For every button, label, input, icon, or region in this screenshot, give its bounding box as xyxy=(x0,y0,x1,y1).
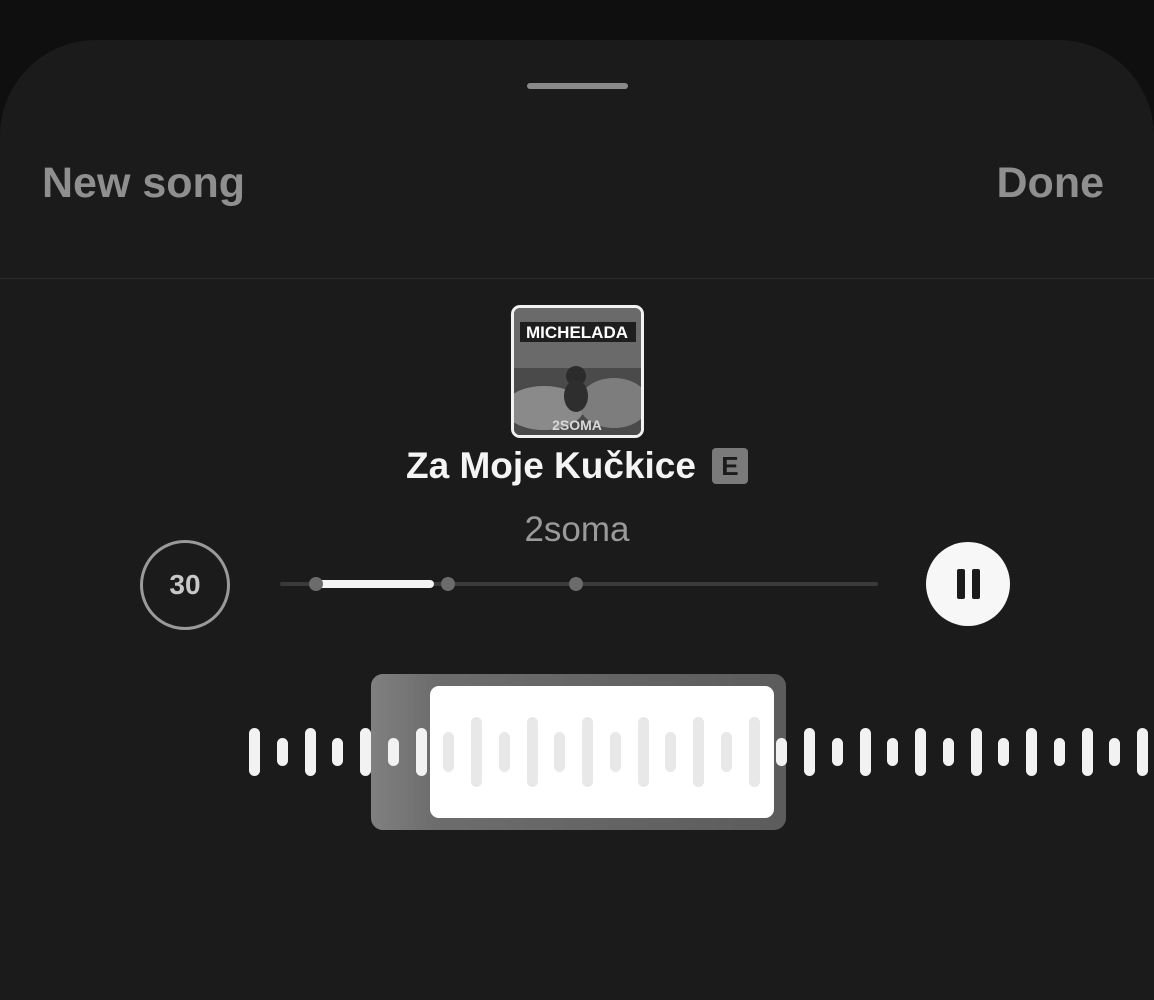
clip-duration-button[interactable]: 30 xyxy=(140,540,230,630)
waveform-bar xyxy=(499,732,510,772)
progress-marker-start xyxy=(309,577,323,591)
waveform-bar xyxy=(249,728,260,776)
waveform-bar xyxy=(693,717,704,787)
waveform-bar xyxy=(277,738,288,766)
waveform-bar xyxy=(1109,738,1120,766)
waveform-bar xyxy=(943,738,954,766)
waveform-bar xyxy=(1054,738,1065,766)
sheet-grabber[interactable] xyxy=(527,83,628,89)
waveform-bar xyxy=(610,732,621,772)
waveform-bar xyxy=(832,738,843,766)
done-button[interactable]: Done xyxy=(997,162,1105,205)
cover-title-text: MICHELADA xyxy=(526,323,628,342)
waveform-bar xyxy=(721,732,732,772)
song-title: Za Moje Kučkice xyxy=(406,445,696,486)
cover-artist-text: 2SOMA xyxy=(552,417,602,433)
waveform-bar xyxy=(749,717,760,787)
waveform-bar xyxy=(416,728,427,776)
waveform-bar xyxy=(388,738,399,766)
new-song-button[interactable]: New song xyxy=(42,162,245,205)
waveform-bar xyxy=(554,732,565,772)
waveform-bar xyxy=(471,717,482,787)
explicit-badge: E xyxy=(711,448,748,484)
pause-button[interactable] xyxy=(926,542,1010,626)
waveform-bar xyxy=(638,717,649,787)
progress-fill xyxy=(316,580,434,588)
waveform-bar xyxy=(915,728,926,776)
waveform-bar xyxy=(1137,728,1148,776)
pause-icon xyxy=(971,569,980,599)
waveform-bar xyxy=(527,717,538,787)
progress-marker-current[interactable] xyxy=(441,577,455,591)
header-divider xyxy=(0,278,1154,279)
waveform-bar xyxy=(1082,728,1093,776)
waveform-bar xyxy=(443,732,454,772)
waveform-bar xyxy=(582,717,593,787)
waveform-bar xyxy=(887,738,898,766)
waveform-bar xyxy=(332,738,343,766)
waveform-bar xyxy=(665,732,676,772)
album-cover: MICHELADA 2SOMA xyxy=(511,305,644,438)
waveform-bar xyxy=(1026,728,1037,776)
waveform-bar xyxy=(998,738,1009,766)
waveform-bar xyxy=(776,738,787,766)
progress-marker-mid xyxy=(569,577,583,591)
waveform-bar xyxy=(360,728,371,776)
track-title-row: Za Moje Kučkice E xyxy=(0,445,1154,487)
waveform-bar xyxy=(804,728,815,776)
waveform-bar xyxy=(971,728,982,776)
pause-icon xyxy=(956,569,965,599)
waveform-bar xyxy=(305,728,316,776)
waveform-bar xyxy=(860,728,871,776)
